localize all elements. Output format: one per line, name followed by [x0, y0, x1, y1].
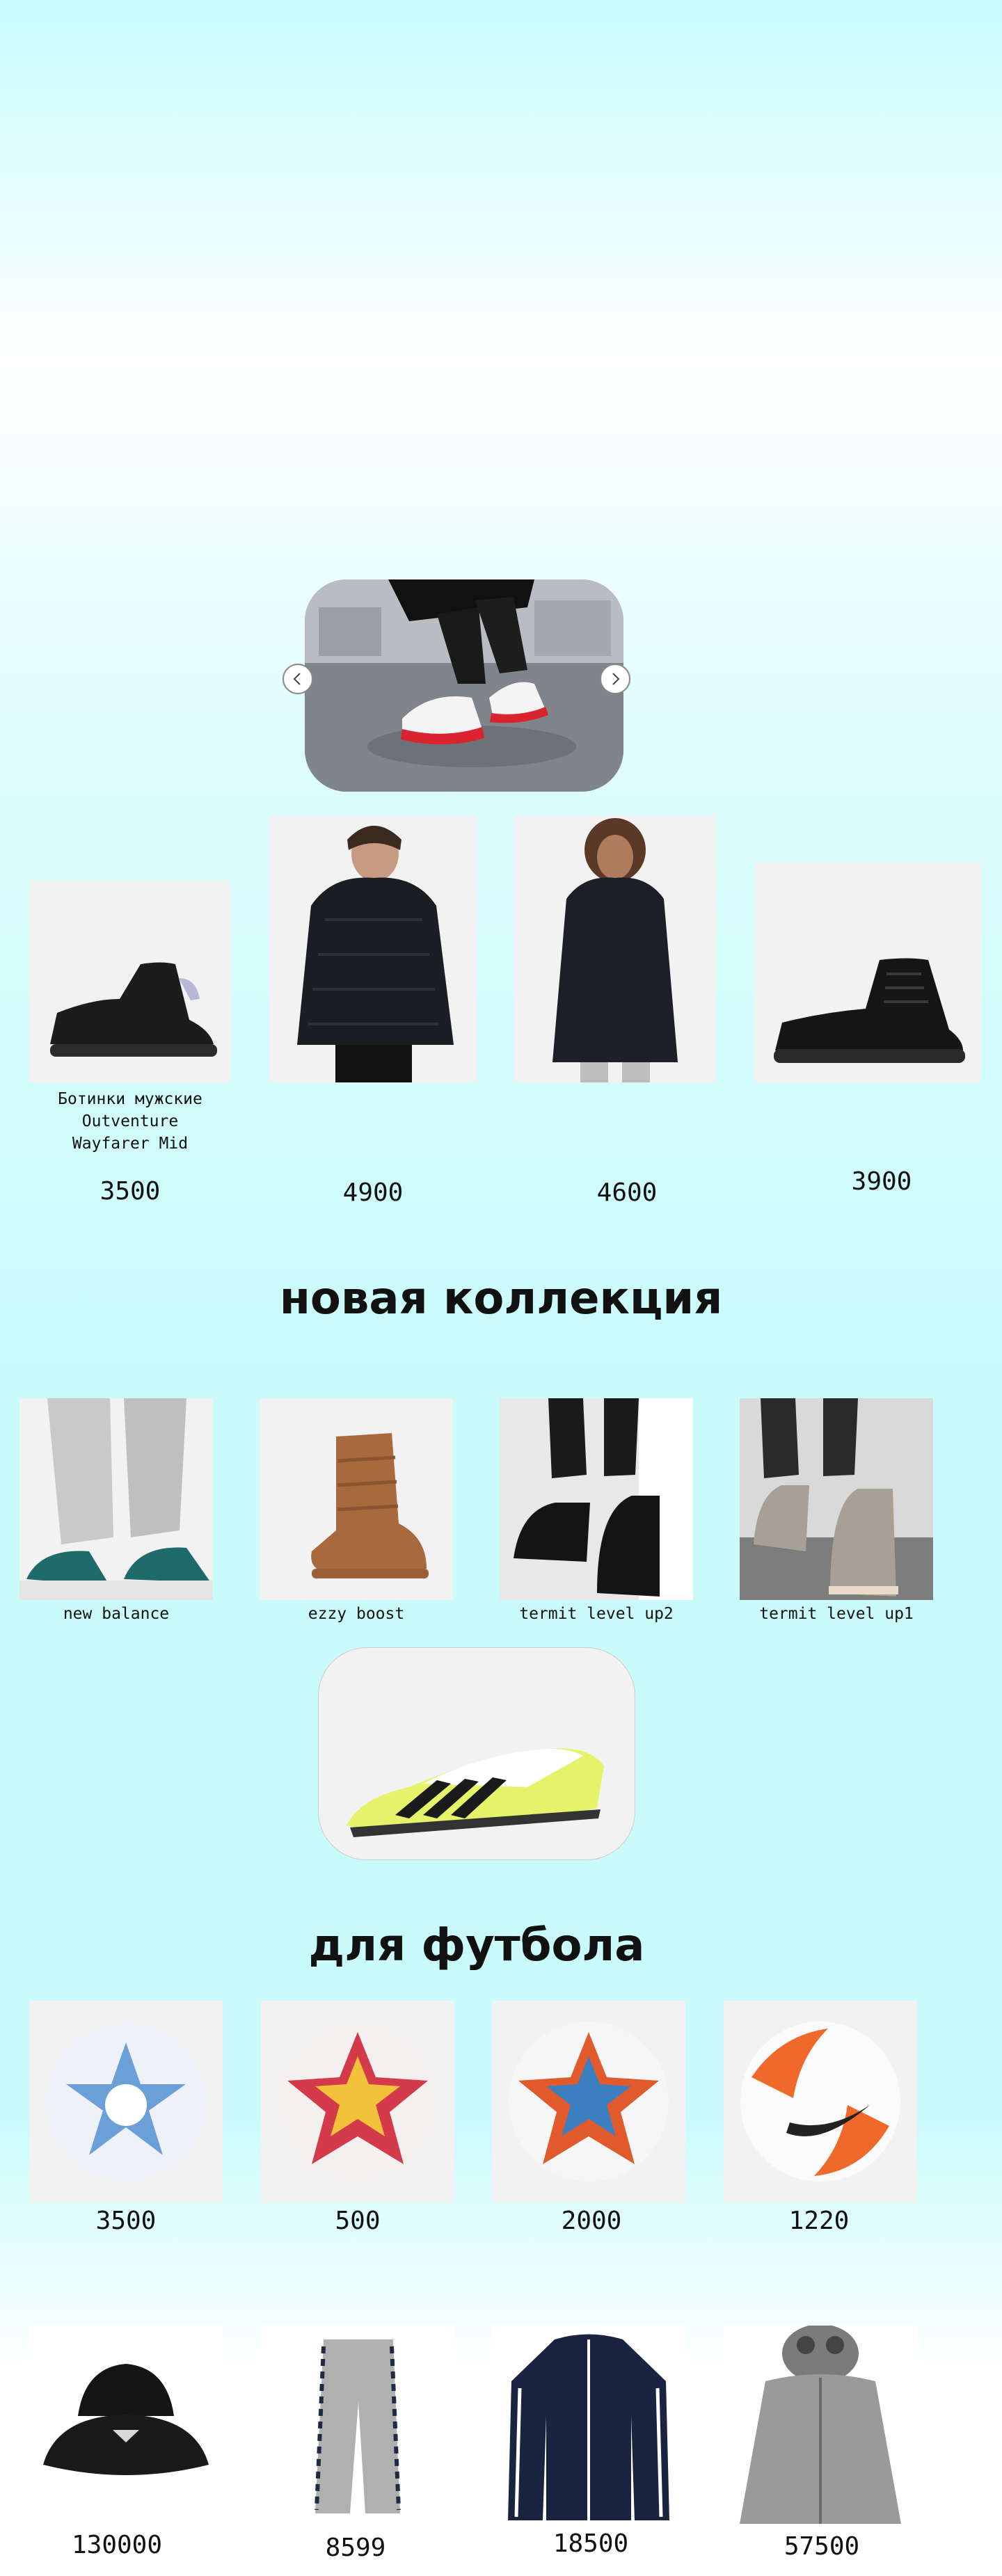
ball-image: [509, 2022, 669, 2182]
section-title-football: для футбола: [308, 1920, 645, 1971]
featured-products: Ботинки мужские Outventure Wayfarer Mid …: [0, 807, 1002, 1224]
product-price: 4600: [596, 1178, 658, 1207]
new-collection-grid: new balance ezzy boost termit level up2 …: [0, 1398, 1002, 1635]
product-image[interactable]: [29, 881, 231, 1082]
product-name[interactable]: new balance: [19, 1603, 213, 1625]
football-grid: 3500 500 2000 1220: [0, 2001, 1002, 2251]
product-price: 8599: [325, 2534, 386, 2562]
chevron-right-icon: [612, 673, 620, 685]
product-price: 2000: [561, 2207, 622, 2235]
product-image[interactable]: [724, 2326, 917, 2527]
product-image[interactable]: [514, 815, 716, 1082]
product-name[interactable]: termit level up2: [500, 1603, 693, 1625]
boot-image: [50, 962, 217, 1057]
boots-image: [514, 1398, 693, 1600]
product-image[interactable]: [500, 1398, 693, 1600]
product-price: 130000: [71, 2531, 163, 2559]
boots-image: [740, 1398, 933, 1600]
product-price: 3900: [851, 1167, 912, 1196]
product-price: 57500: [784, 2532, 860, 2561]
coat-image: [552, 818, 678, 1082]
slider-image: [305, 579, 623, 792]
slider-prev-button[interactable]: [283, 664, 313, 694]
hero-slider: [305, 579, 623, 792]
bucket-hat-image: [43, 2364, 209, 2475]
product-name[interactable]: termit level up1: [740, 1603, 933, 1625]
product-image[interactable]: [269, 815, 477, 1082]
ball-image: [46, 2022, 206, 2182]
track-jacket-image: [508, 2334, 669, 2520]
product-image[interactable]: [19, 1398, 213, 1600]
product-price: 3500: [100, 1177, 161, 1206]
product-image[interactable]: [754, 863, 981, 1082]
product-price: 3500: [95, 2207, 157, 2235]
product-price: 500: [335, 2207, 381, 2235]
sneaker-image: [19, 1398, 213, 1600]
product-image[interactable]: [724, 2001, 917, 2202]
product-image[interactable]: [29, 2326, 223, 2527]
product-image[interactable]: [492, 2326, 685, 2527]
hiking-boot-image: [774, 958, 965, 1063]
product-image[interactable]: [29, 2001, 223, 2202]
product-price: 18500: [552, 2529, 629, 2558]
hoodie-image: [740, 2326, 901, 2524]
slider-next-button[interactable]: [600, 664, 630, 694]
product-name[interactable]: ezzy boost: [260, 1603, 453, 1625]
product-image[interactable]: [260, 1398, 453, 1600]
product-image[interactable]: [261, 2326, 454, 2527]
section-title-new-collection: новая коллекция: [279, 1273, 723, 1325]
puffer-boot-image: [311, 1433, 429, 1578]
pants-image: [315, 2339, 401, 2513]
product-image[interactable]: [492, 2001, 685, 2202]
product-image[interactable]: [740, 1398, 933, 1600]
jacket-image: [297, 826, 454, 1082]
product-name[interactable]: Ботинки мужские Outventure Wayfarer Mid: [43, 1088, 217, 1155]
product-price: 4900: [342, 1178, 404, 1207]
product-price: 1220: [788, 2207, 850, 2235]
ball-image: [278, 2022, 438, 2182]
football-boot-image: [347, 1748, 604, 1837]
chevron-left-icon: [293, 673, 301, 685]
promo-banner[interactable]: [318, 1647, 635, 1860]
apparel-grid: 130000 8599 18500 57500: [0, 2323, 1002, 2576]
product-image[interactable]: [261, 2001, 454, 2202]
ball-image: [740, 2022, 900, 2182]
